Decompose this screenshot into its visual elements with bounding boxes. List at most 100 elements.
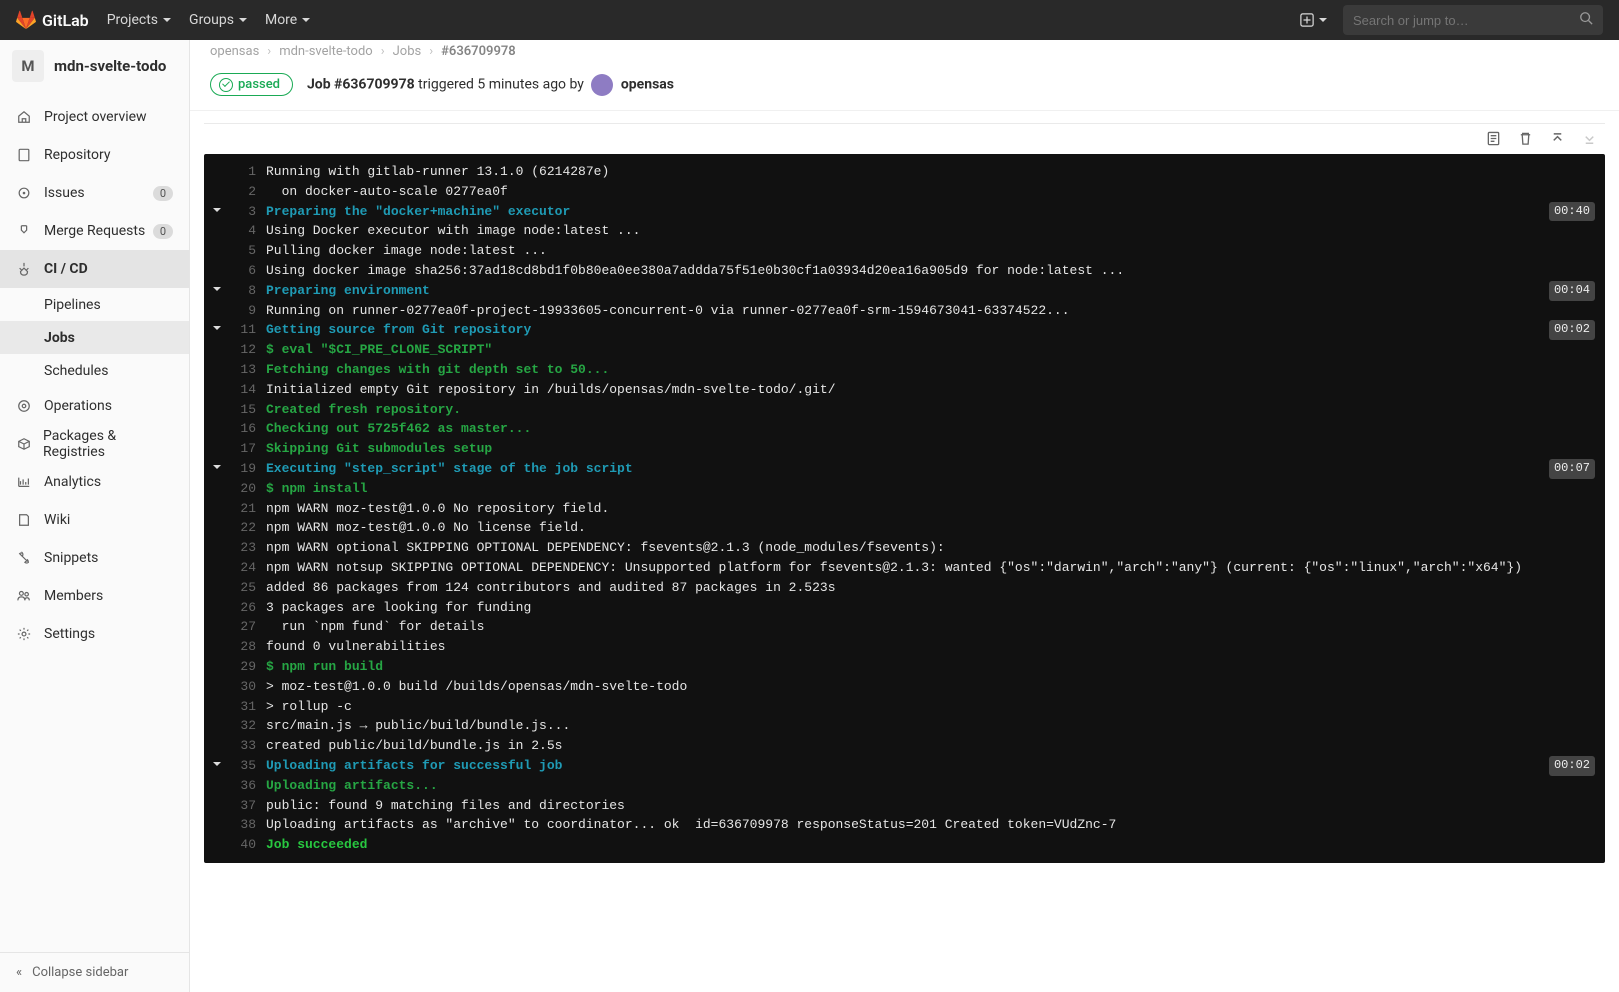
log-text: added 86 packages from 124 contributors … [266, 578, 1605, 598]
line-number[interactable]: 3 [230, 202, 266, 222]
line-number[interactable]: 22 [230, 518, 266, 538]
sidebar-item-packages-registries[interactable]: Packages & Registries [0, 425, 189, 463]
author-link[interactable]: opensas [621, 76, 674, 92]
breadcrumb-item[interactable]: mdn-svelte-todo [279, 44, 373, 59]
line-number[interactable]: 40 [230, 835, 266, 855]
log-line: 13Fetching changes with git depth set to… [204, 360, 1605, 380]
sidebar-item-merge-requests[interactable]: Merge Requests0 [0, 212, 189, 250]
job-log[interactable]: 1Running with gitlab-runner 13.1.0 (6214… [204, 154, 1605, 863]
search-input[interactable] [1353, 13, 1579, 28]
log-container: 1Running with gitlab-runner 13.1.0 (6214… [204, 123, 1605, 863]
raw-log-button[interactable] [1485, 130, 1501, 146]
line-number[interactable]: 30 [230, 677, 266, 697]
line-number[interactable]: 28 [230, 637, 266, 657]
line-number[interactable]: 35 [230, 756, 266, 776]
nav-more[interactable]: More [265, 12, 310, 28]
log-text: 3 packages are looking for funding [266, 598, 1605, 618]
sidebar-item-repository[interactable]: Repository [0, 136, 189, 174]
line-number[interactable]: 9 [230, 301, 266, 321]
line-number[interactable]: 17 [230, 439, 266, 459]
line-number[interactable]: 14 [230, 380, 266, 400]
log-line: 20$ npm install [204, 479, 1605, 499]
collapse-sidebar[interactable]: « Collapse sidebar [0, 952, 189, 992]
sidebar-item-label: Analytics [44, 474, 101, 490]
fold-toggle[interactable] [204, 459, 230, 479]
log-text: Created fresh repository. [266, 400, 1605, 420]
sidebar-item-issues[interactable]: Issues0 [0, 174, 189, 212]
log-line: 21npm WARN moz-test@1.0.0 No repository … [204, 499, 1605, 519]
fold-toggle[interactable] [204, 756, 230, 776]
sidebar-item-wiki[interactable]: Wiki [0, 501, 189, 539]
line-number[interactable]: 20 [230, 479, 266, 499]
line-number[interactable]: 8 [230, 281, 266, 301]
breadcrumb-item[interactable]: Jobs [393, 44, 422, 59]
project-avatar: M [12, 50, 44, 82]
line-number[interactable]: 33 [230, 736, 266, 756]
sidebar-icon [16, 588, 32, 604]
gitlab-logo[interactable]: GitLab [16, 10, 89, 30]
avatar [591, 74, 613, 96]
sidebar-icon [16, 436, 31, 452]
line-number[interactable]: 37 [230, 796, 266, 816]
sidebar-item-analytics[interactable]: Analytics [0, 463, 189, 501]
fold-toggle[interactable] [204, 320, 230, 340]
line-number[interactable]: 4 [230, 221, 266, 241]
line-number[interactable]: 25 [230, 578, 266, 598]
log-text: Preparing environment [266, 281, 1549, 301]
line-number[interactable]: 12 [230, 340, 266, 360]
sidebar-item-label: Issues [44, 185, 85, 201]
line-number[interactable]: 24 [230, 558, 266, 578]
sidebar-item-ci-cd[interactable]: CI / CD [0, 250, 189, 288]
line-number[interactable]: 29 [230, 657, 266, 677]
fold-toggle[interactable] [204, 281, 230, 301]
line-number[interactable]: 21 [230, 499, 266, 519]
new-menu[interactable] [1300, 13, 1327, 27]
line-number[interactable]: 1 [230, 162, 266, 182]
sidebar-icon [16, 261, 32, 277]
line-number[interactable]: 38 [230, 815, 266, 835]
sidebar-sub-pipelines[interactable]: Pipelines [0, 288, 189, 321]
line-number[interactable]: 26 [230, 598, 266, 618]
sidebar-item-snippets[interactable]: Snippets [0, 539, 189, 577]
line-number[interactable]: 27 [230, 617, 266, 637]
sidebar-item-project-overview[interactable]: Project overview [0, 98, 189, 136]
sidebar-item-members[interactable]: Members [0, 577, 189, 615]
nav-projects[interactable]: Projects [107, 12, 171, 28]
line-number[interactable]: 19 [230, 459, 266, 479]
plus-box-icon [1300, 13, 1314, 27]
sidebar-sub-schedules[interactable]: Schedules [0, 354, 189, 387]
line-number[interactable]: 31 [230, 697, 266, 717]
line-number[interactable]: 36 [230, 776, 266, 796]
line-number[interactable]: 11 [230, 320, 266, 340]
sidebar-item-settings[interactable]: Settings [0, 615, 189, 653]
global-search[interactable] [1343, 5, 1603, 35]
nav-groups[interactable]: Groups [189, 12, 247, 28]
log-text: $ eval "$CI_PRE_CLONE_SCRIPT" [266, 340, 1605, 360]
breadcrumb-item[interactable]: opensas [210, 44, 259, 59]
scroll-top-button[interactable] [1549, 130, 1565, 146]
log-text: created public/build/bundle.js in 2.5s [266, 736, 1605, 756]
job-header: passed Job #636709978 triggered 5 minute… [190, 59, 1619, 111]
scroll-bottom-button[interactable] [1581, 130, 1597, 146]
line-number[interactable]: 15 [230, 400, 266, 420]
section-duration: 00:40 [1549, 202, 1595, 222]
log-line: 23npm WARN optional SKIPPING OPTIONAL DE… [204, 538, 1605, 558]
line-number[interactable]: 2 [230, 182, 266, 202]
log-text: npm WARN moz-test@1.0.0 No license field… [266, 518, 1605, 538]
fold-toggle[interactable] [204, 202, 230, 222]
line-number[interactable]: 5 [230, 241, 266, 261]
erase-log-button[interactable] [1517, 130, 1533, 146]
tanuki-icon [16, 10, 36, 30]
line-number[interactable]: 32 [230, 716, 266, 736]
line-number[interactable]: 13 [230, 360, 266, 380]
page-title: Job #636709978 triggered 5 minutes ago b… [307, 74, 674, 96]
log-line: 6Using docker image sha256:37ad18cd8bd1f… [204, 261, 1605, 281]
project-header[interactable]: M mdn-svelte-todo [0, 40, 189, 92]
line-number[interactable]: 16 [230, 419, 266, 439]
log-text: Getting source from Git repository [266, 320, 1549, 340]
line-number[interactable]: 23 [230, 538, 266, 558]
sidebar-item-label: Repository [44, 147, 110, 163]
line-number[interactable]: 6 [230, 261, 266, 281]
sidebar-sub-jobs[interactable]: Jobs [0, 321, 189, 354]
sidebar-item-operations[interactable]: Operations [0, 387, 189, 425]
